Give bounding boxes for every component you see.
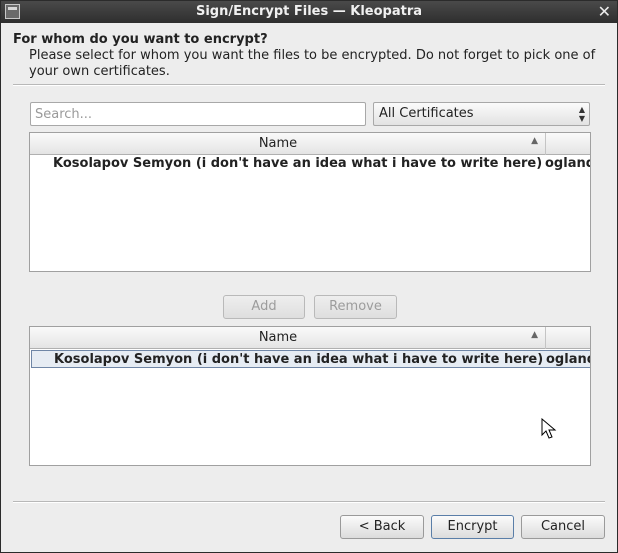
selected-certificates-table[interactable]: Name ▲ Kosolapov Semyon (i don't have an…: [29, 326, 591, 466]
table-header: Name ▲: [30, 133, 590, 155]
available-certificates-table[interactable]: Name ▲ Kosolapov Semyon (i don't have an…: [29, 132, 591, 272]
add-button[interactable]: Add: [223, 295, 305, 319]
column-header-name[interactable]: Name ▲: [30, 327, 546, 349]
header-divider: [13, 84, 605, 86]
table-row-selected[interactable]: Kosolapov Semyon (i don't have an idea w…: [31, 350, 590, 368]
dialog-window: Sign/Encrypt Files — Kleopatra ✕ For who…: [0, 0, 618, 553]
search-input[interactable]: [30, 102, 366, 126]
table-row[interactable]: Kosolapov Semyon (i don't have an idea w…: [31, 155, 590, 173]
page-description: Please select for whom you want the file…: [29, 48, 596, 79]
close-icon[interactable]: ✕: [598, 2, 611, 22]
certificate-name: Kosolapov Semyon (i don't have an idea w…: [54, 352, 544, 367]
certificate-name: Kosolapov Semyon (i don't have an idea w…: [53, 156, 543, 171]
page-heading: For whom do you want to encrypt?: [13, 32, 268, 47]
column-header-name[interactable]: Name ▲: [30, 133, 546, 155]
column-header-label: Name: [258, 330, 298, 345]
title-bar[interactable]: Sign/Encrypt Files — Kleopatra ✕: [1, 1, 617, 23]
certificate-filter-select[interactable]: All Certificates ▲ ▼: [373, 102, 590, 126]
window-title: Sign/Encrypt Files — Kleopatra: [195, 4, 423, 19]
updown-arrows-icon: ▲ ▼: [578, 105, 585, 123]
column-header-label: Name: [258, 136, 298, 151]
remove-button[interactable]: Remove: [314, 295, 397, 319]
sort-ascending-icon: ▲: [531, 330, 538, 340]
cancel-button[interactable]: Cancel: [521, 515, 605, 539]
certificate-email: oglandic@gmail.com: [545, 156, 590, 171]
encrypt-button[interactable]: Encrypt: [431, 515, 514, 539]
table-header: Name ▲: [30, 327, 590, 349]
certificate-email: oglandic@gmail.com: [546, 352, 590, 367]
certificate-filter-value: All Certificates: [379, 106, 474, 121]
sort-ascending-icon: ▲: [531, 136, 538, 146]
footer-divider: [13, 501, 605, 503]
mouse-cursor-icon: [541, 418, 557, 439]
back-button[interactable]: < Back: [340, 515, 424, 539]
